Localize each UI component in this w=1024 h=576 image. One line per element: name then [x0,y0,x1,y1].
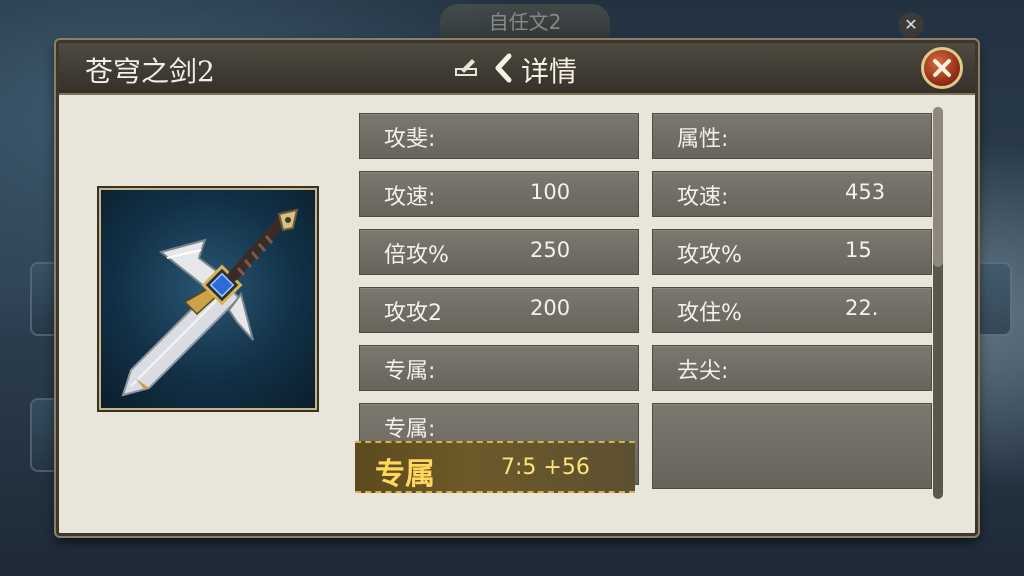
stat-label: 攻攻2 [384,301,442,326]
stat-row: 专属: [359,345,639,391]
stat-row: 属性: [652,113,932,159]
panel-titlebar: 苍穹之剑2 详情 [59,43,975,95]
stat-row [652,403,932,489]
chevron-left-icon[interactable] [493,53,513,83]
stat-row: 攻速: 453 [652,171,932,217]
close-button[interactable] [921,47,963,89]
stat-label: 攻攻% [677,243,742,268]
stat-label: 倍攻% [384,243,449,268]
scrollbar-thumb[interactable] [933,107,943,267]
stat-value: 100 [530,180,571,204]
sword-icon [121,208,299,397]
stat-value: 250 [530,238,571,262]
stat-row: 攻攻2 200 [359,287,639,333]
item-title: 苍穹之剑2 [85,55,215,88]
stats-scrollbar[interactable] [933,107,943,499]
stat-label: 攻斐: [384,127,436,152]
stat-row: 去尖: [652,345,932,391]
stat-label: 攻速: [384,185,436,210]
stat-label: 专属: [384,417,436,442]
stat-label: 专属: [384,359,436,384]
stat-value: 22. [845,296,879,320]
stat-label: 属性: [677,127,729,152]
stat-label: 攻速: [677,185,729,210]
close-icon [933,59,951,77]
exclusive-label: 专属 [375,457,435,492]
exclusive-value: 7:5 +56 [501,455,590,480]
item-portrait [99,188,317,410]
stat-value: 15 [845,238,872,262]
stat-row: 倍攻% 250 [359,229,639,275]
stat-label: 攻住% [677,301,742,326]
item-detail-panel: 苍穹之剑2 详情 攻斐: 攻速: 100 倍攻% 250 攻攻2 200 专属:… [56,40,978,536]
stat-value: 453 [845,180,886,204]
exclusive-bonus-row: 专属 7:5 +56 [355,441,635,493]
detail-tab-label[interactable]: 详情 [521,50,577,90]
stat-row: 攻速: 100 [359,171,639,217]
stat-row: 攻斐: [359,113,639,159]
background-tab: 自任文2 [440,4,610,40]
stat-value: 200 [530,296,571,320]
stat-row: 攻住% 22. [652,287,932,333]
background-close-icon: ✕ [898,12,924,38]
edit-icon[interactable] [455,57,477,77]
stat-row: 攻攻% 15 [652,229,932,275]
stat-label: 去尖: [677,359,729,384]
